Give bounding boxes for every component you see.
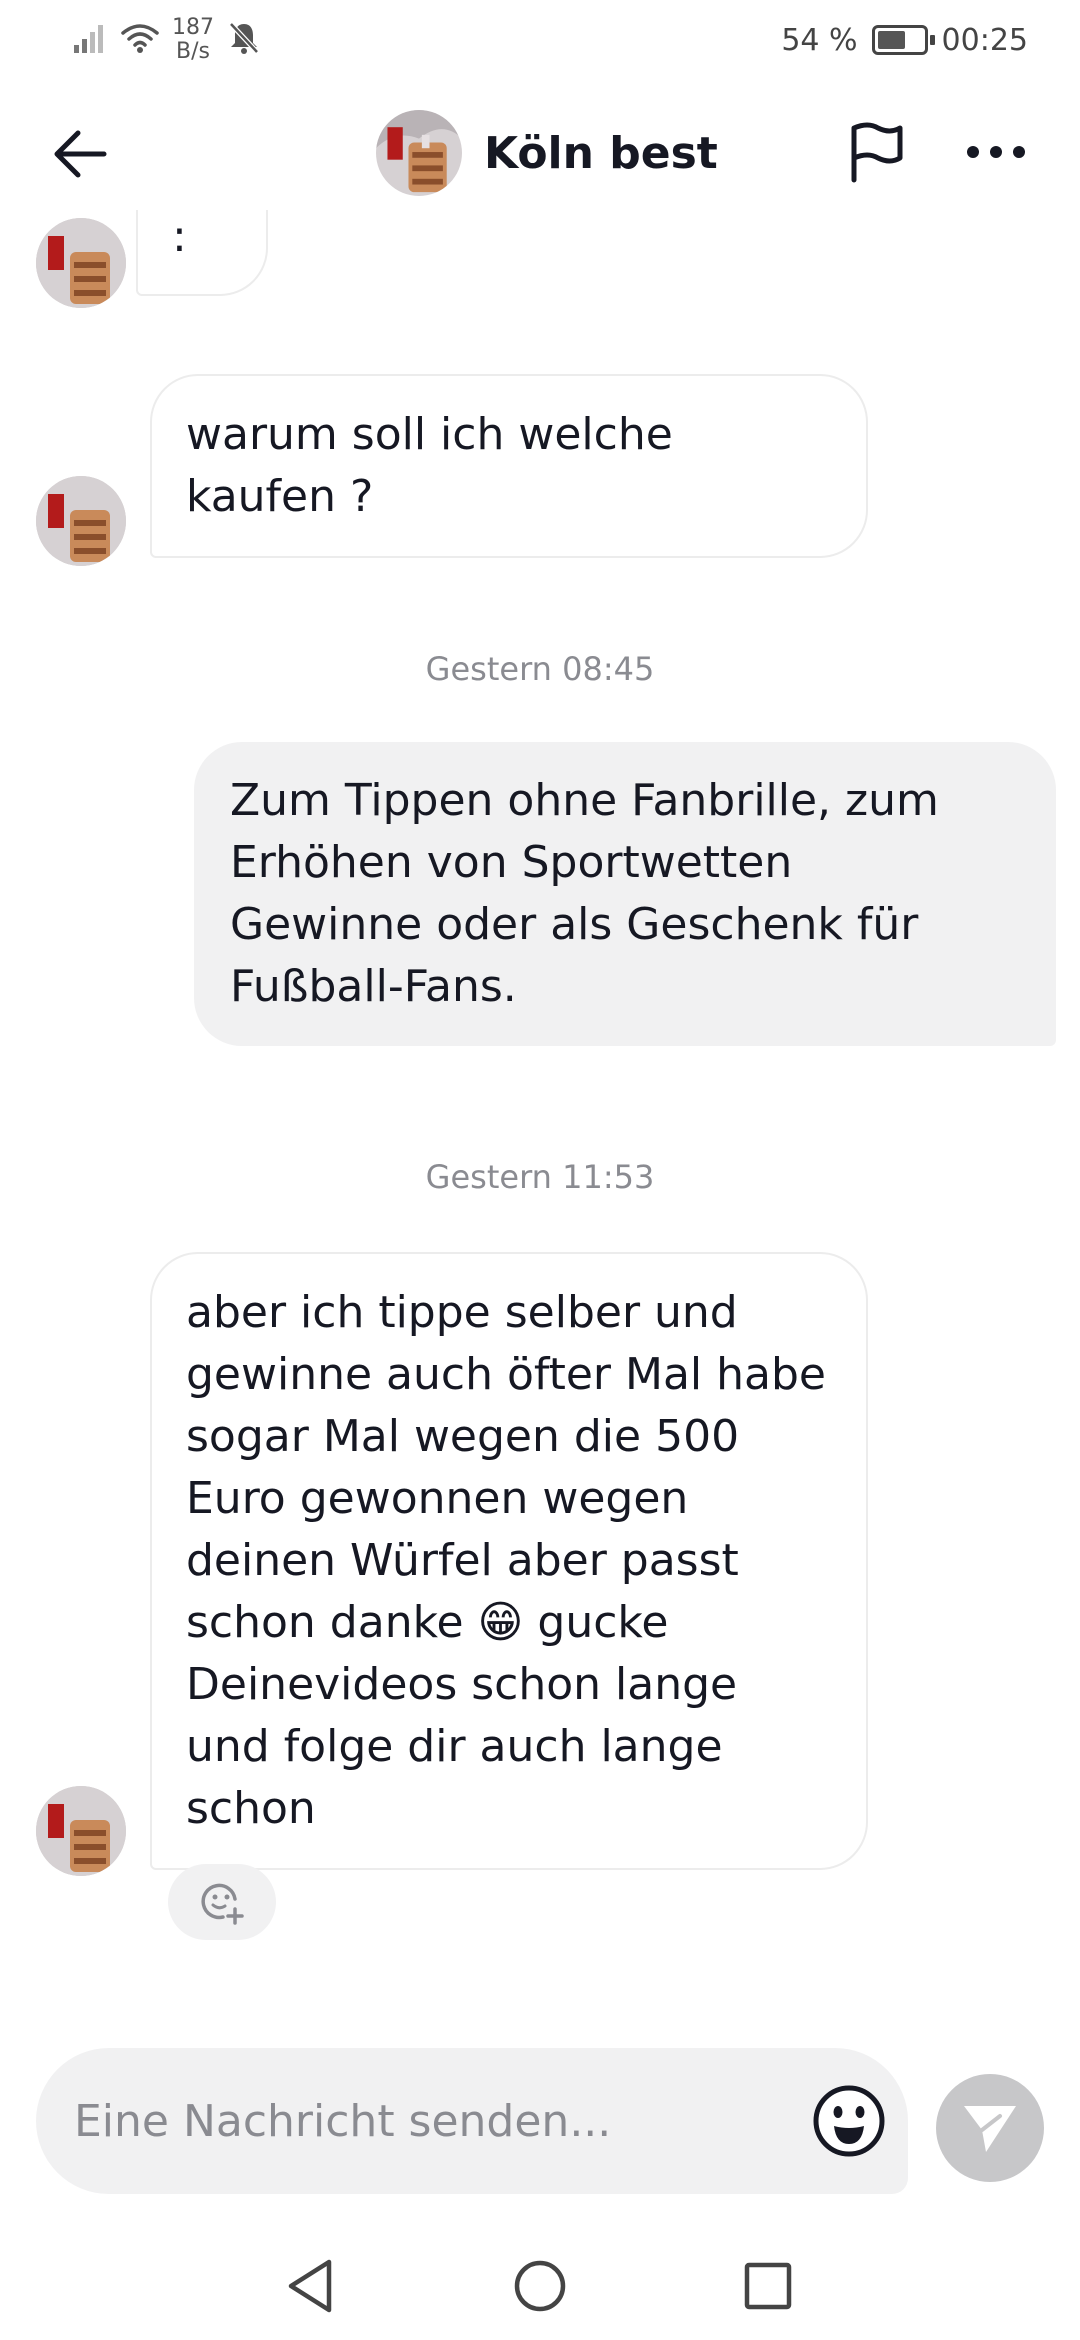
message-bubble-incoming[interactable]: warum soll ich welche kaufen ? (150, 374, 868, 558)
add-reaction-icon (201, 1883, 244, 1925)
more-dots-icon (967, 146, 1025, 158)
nav-back-icon (288, 2259, 332, 2313)
network-speed-unit: B/s (176, 39, 210, 64)
add-reaction-button[interactable] (168, 1864, 276, 1940)
signal-icon (72, 21, 108, 60)
battery-fill (877, 31, 905, 49)
mute-bell-icon (226, 20, 262, 61)
contact-avatar[interactable] (376, 110, 462, 196)
nav-recents-icon (744, 2262, 792, 2310)
battery-icon (871, 25, 935, 55)
clock: 00:25 (941, 22, 1028, 58)
message-timestamp: Gestern 11:53 (425, 1158, 655, 1196)
status-left: 187 B/s (72, 12, 262, 68)
nav-back-button[interactable] (274, 2250, 346, 2322)
send-button[interactable] (936, 2074, 1044, 2182)
message-bubble-outgoing[interactable]: Zum Tippen ohne Fanbrille, zum Erhöhen v… (194, 742, 1056, 1046)
more-options-button[interactable] (960, 120, 1032, 184)
nav-home-button[interactable] (504, 2250, 576, 2322)
message-input[interactable] (74, 2048, 794, 2194)
back-button[interactable] (44, 118, 116, 190)
status-right: 54 % 00:25 (781, 14, 1028, 66)
contact-info[interactable]: Köln best (376, 110, 718, 196)
battery-percent: 54 % (781, 22, 858, 58)
status-bar: 187 B/s 54 % 00:25 (0, 0, 1080, 80)
send-icon (964, 2106, 1016, 2152)
message-timestamp: Gestern 08:45 (425, 650, 655, 688)
nav-recents-button[interactable] (732, 2250, 804, 2322)
message-composer (36, 2048, 908, 2194)
nav-home-icon (514, 2260, 566, 2312)
network-speed: 187 B/s (172, 16, 214, 64)
emoji-button[interactable] (812, 2084, 886, 2158)
chat-header: Köln best (0, 96, 1080, 208)
message-bubble-incoming[interactable]: aber ich tippe selber und gewinne auch ö… (150, 1252, 868, 1870)
sender-avatar[interactable] (36, 218, 126, 308)
report-button[interactable] (840, 116, 912, 188)
sender-avatar[interactable] (36, 476, 126, 566)
back-arrow-icon (54, 130, 107, 178)
sender-avatar[interactable] (36, 1786, 126, 1876)
message-bubble-incoming[interactable]: : (136, 210, 268, 296)
emoji-icon (813, 2085, 885, 2157)
message-list[interactable]: : warum soll ich welche kaufen ? Gestern… (0, 210, 1080, 2030)
network-speed-value: 187 (172, 15, 214, 40)
system-nav-bar (0, 2230, 1080, 2340)
wifi-icon (120, 21, 160, 60)
flag-icon (851, 122, 903, 183)
contact-name: Köln best (484, 127, 718, 179)
